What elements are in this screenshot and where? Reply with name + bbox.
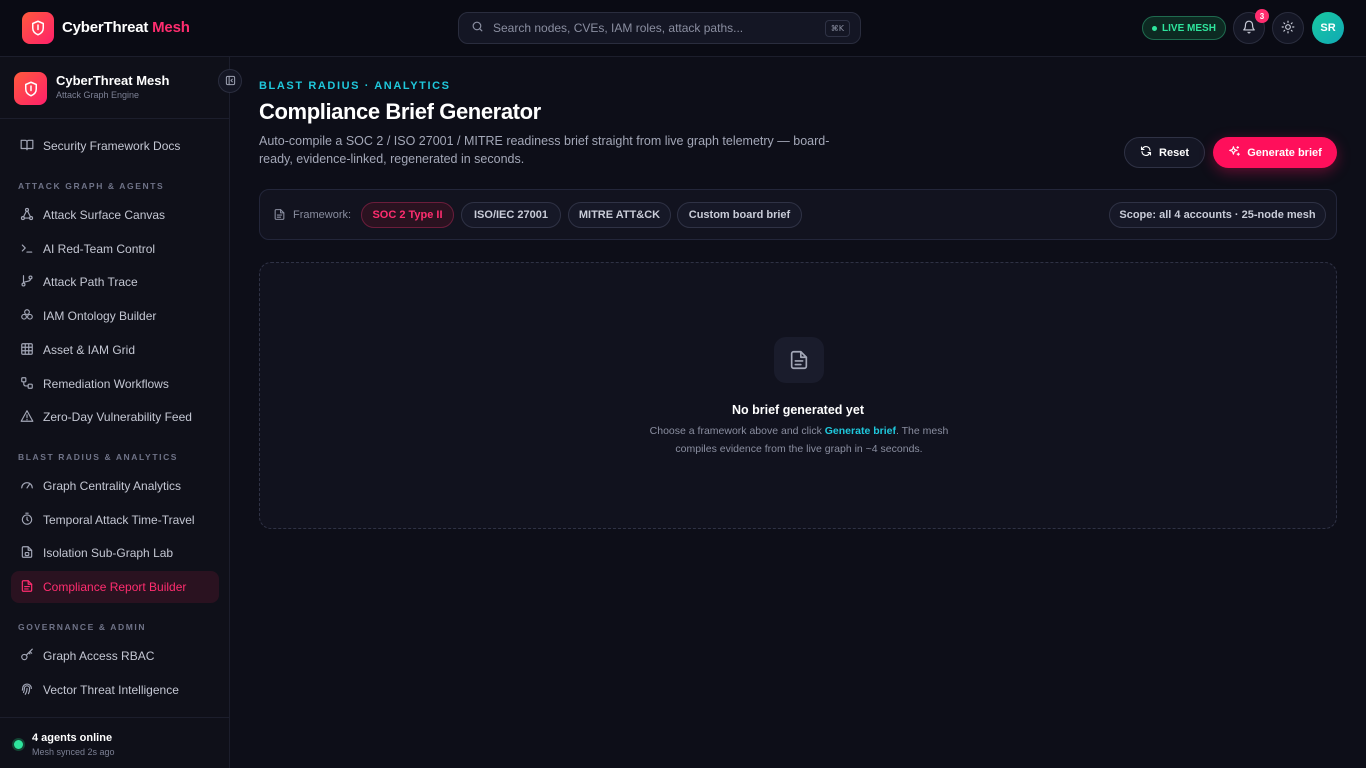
framework-filter-bar: Framework: SOC 2 Type II ISO/IEC 27001 M… <box>259 189 1337 240</box>
timer-icon <box>20 512 34 529</box>
git-branch-icon <box>20 274 34 291</box>
reset-button-label: Reset <box>1159 146 1189 159</box>
brand-name-accent: Mesh <box>152 19 190 36</box>
book-icon <box>20 138 34 155</box>
search-icon <box>471 20 484 36</box>
framework-chip-custom-board[interactable]: Custom board brief <box>677 202 802 228</box>
scope-badge: Scope: all 4 accounts · 25-node mesh <box>1109 202 1326 228</box>
sun-icon <box>1281 20 1295 37</box>
sidebar-footer: 4 agents online Mesh synced 2s ago <box>0 717 229 768</box>
brief-empty-state: No brief generated yet Choose a framewor… <box>259 262 1337 529</box>
sidebar-collapse-icon <box>225 74 236 89</box>
sidebar-title: CyberThreat Mesh <box>56 73 170 88</box>
section-label-governance: GOVERNANCE & ADMIN <box>18 622 147 632</box>
sparkles-icon <box>1228 145 1241 161</box>
sidebar-item-isolation-sub-graph-lab[interactable]: Isolation Sub-Graph Lab <box>11 537 219 569</box>
sidebar-nav: Security Framework Docs ATTACK GRAPH & A… <box>0 119 229 717</box>
alert-triangle-icon <box>20 409 34 426</box>
global-search[interactable]: ⌘K <box>458 12 861 44</box>
search-input[interactable] <box>493 21 813 35</box>
sidebar-item-label: Zero-Day Vulnerability Feed <box>43 410 192 424</box>
file-lock-icon <box>20 545 34 562</box>
framework-chip-iso27001[interactable]: ISO/IEC 27001 <box>461 202 561 228</box>
sidebar-item-security-framework-docs[interactable]: Security Framework Docs <box>11 130 219 162</box>
live-mesh-badge[interactable]: LIVE MESH <box>1142 16 1226 40</box>
brand-name-main: CyberThreat <box>62 19 149 36</box>
sidebar-item-label: Isolation Sub-Graph Lab <box>43 546 174 560</box>
refresh-icon <box>1140 145 1152 160</box>
sidebar-item-label: Attack Surface Canvas <box>43 208 166 222</box>
generate-brief-label: Generate brief <box>1247 146 1322 159</box>
shield-logo-icon[interactable] <box>22 12 54 44</box>
notifications-button[interactable]: 3 <box>1233 9 1269 44</box>
section-label-blast-radius: BLAST RADIUS & ANALYTICS <box>18 452 179 462</box>
bell-icon <box>1242 20 1256 37</box>
online-status-dot <box>14 740 23 749</box>
sidebar-item-attack-path-trace[interactable]: Attack Path Trace <box>11 266 219 298</box>
ontology-icon <box>20 308 34 325</box>
sidebar-item-temporal-attack-time-travel[interactable]: Temporal Attack Time-Travel <box>11 504 219 536</box>
sidebar-item-label: Graph Access RBAC <box>43 649 155 663</box>
page-eyebrow: BLAST RADIUS · ANALYTICS <box>259 80 451 92</box>
theme-toggle-button[interactable] <box>1272 12 1304 44</box>
framework-chip-mitre[interactable]: MITRE ATT&CK <box>568 202 671 228</box>
network-icon <box>20 207 34 224</box>
sidebar-item-label: Compliance Report Builder <box>43 580 187 594</box>
empty-desc-text: Choose a framework above and click <box>649 425 825 437</box>
sidebar-item-label: IAM Ontology Builder <box>43 309 157 323</box>
sidebar-item-remediation-workflows[interactable]: Remediation Workflows <box>11 368 219 400</box>
sidebar-item-label: Graph Centrality Analytics <box>43 479 182 493</box>
grid-icon <box>20 342 34 359</box>
empty-state-title: No brief generated yet <box>732 403 864 417</box>
sidebar-item-label: Security Framework Docs <box>43 139 181 153</box>
sidebar-item-vector-threat-intelligence[interactable]: Vector Threat Intelligence <box>11 674 219 706</box>
sidebar-item-graph-access-rbac[interactable]: Graph Access RBAC <box>11 640 219 672</box>
framework-label: Framework: <box>293 209 352 221</box>
generate-brief-button[interactable]: Generate brief <box>1213 137 1337 168</box>
document-icon <box>273 208 286 224</box>
workflow-icon <box>20 376 34 393</box>
sidebar-item-label: AI Red-Team Control <box>43 242 156 256</box>
live-mesh-label: LIVE MESH <box>1162 22 1216 34</box>
sidebar-item-zero-day-vulnerability-feed[interactable]: Zero-Day Vulnerability Feed <box>11 401 219 433</box>
sidebar: CyberThreat Mesh Attack Graph Engine Sec… <box>0 57 242 768</box>
page-description: Auto-compile a SOC 2 / ISO 27001 / MITRE… <box>259 134 830 166</box>
user-avatar[interactable]: SR <box>1312 12 1344 44</box>
agents-online-status: 4 agents online <box>32 732 113 744</box>
brand-name[interactable]: CyberThreat Mesh <box>62 19 190 36</box>
mesh-sync-status: Mesh synced 2s ago <box>32 747 115 757</box>
framework-chip-soc2[interactable]: SOC 2 Type II <box>361 202 454 228</box>
gauge-icon <box>20 478 34 495</box>
sidebar-item-graph-centrality-analytics[interactable]: Graph Centrality Analytics <box>11 470 219 502</box>
top-bar: CyberThreat Mesh ⌘K LIVE MESH 3 <box>0 0 1366 57</box>
sidebar-item-asset-iam-grid[interactable]: Asset & IAM Grid <box>11 334 219 366</box>
sidebar-item-iam-ontology-builder[interactable]: IAM Ontology Builder <box>11 300 219 332</box>
generate-brief-link[interactable]: Generate brief <box>825 425 896 437</box>
sidebar-subtitle: Attack Graph Engine <box>56 90 140 100</box>
shield-logo-icon <box>14 72 47 105</box>
empty-state-description: Choose a framework above and click Gener… <box>629 422 969 458</box>
notification-count-badge: 3 <box>1255 9 1269 23</box>
sidebar-item-label: Temporal Attack Time-Travel <box>43 513 195 527</box>
search-shortcut-hint: ⌘K <box>824 20 850 37</box>
fingerprint-icon <box>20 682 34 699</box>
section-label-attack-graph: ATTACK GRAPH & AGENTS <box>18 181 165 191</box>
collapse-sidebar-button[interactable] <box>218 69 242 93</box>
file-text-icon <box>20 579 34 596</box>
sidebar-item-compliance-report-builder[interactable]: Compliance Report Builder <box>11 571 219 603</box>
key-icon <box>20 648 34 665</box>
sidebar-header: CyberThreat Mesh Attack Graph Engine <box>0 57 229 119</box>
file-text-icon <box>774 337 824 383</box>
sidebar-item-attack-surface-canvas[interactable]: Attack Surface Canvas <box>11 199 219 231</box>
sidebar-item-label: Attack Path Trace <box>43 275 138 289</box>
page-title: Compliance Brief Generator <box>259 99 541 124</box>
live-status-dot <box>1152 25 1158 31</box>
sidebar-item-label: Remediation Workflows <box>43 377 169 391</box>
terminal-icon <box>20 241 34 258</box>
sidebar-item-ai-red-team-control[interactable]: AI Red-Team Control <box>11 233 219 265</box>
sidebar-item-label: Vector Threat Intelligence <box>43 683 179 697</box>
sidebar-item-label: Asset & IAM Grid <box>43 343 136 357</box>
reset-button[interactable]: Reset <box>1124 137 1205 168</box>
